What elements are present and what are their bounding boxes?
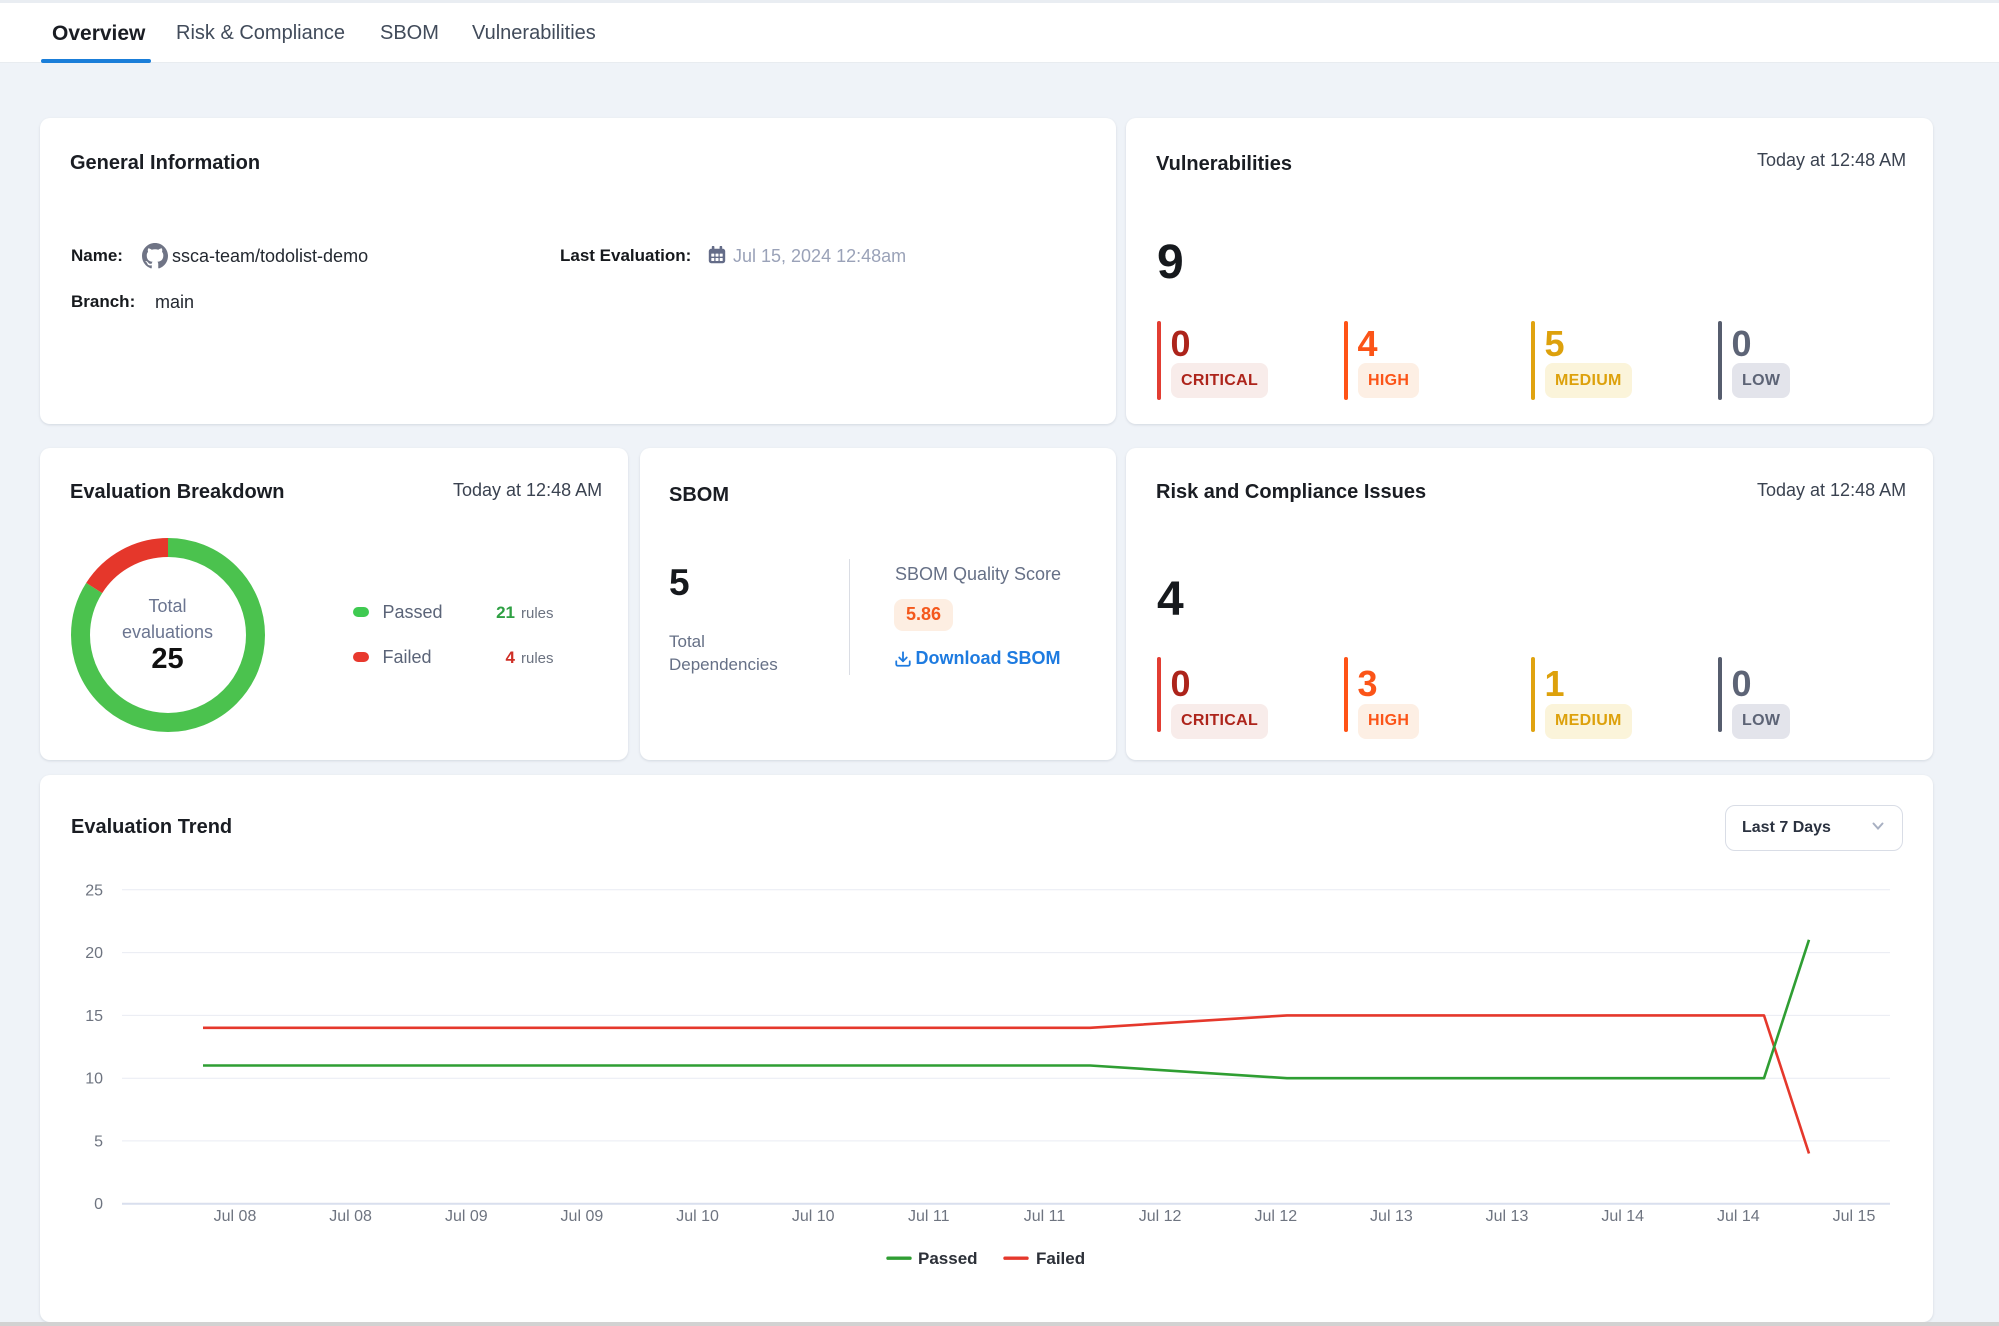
svg-text:Jul 14: Jul 14 [1601,1208,1644,1225]
svg-text:Failed: Failed [1036,1249,1085,1268]
svg-text:20: 20 [85,945,103,962]
svg-text:Jul 08: Jul 08 [329,1208,372,1225]
svg-text:Jul 09: Jul 09 [445,1208,488,1225]
svg-text:Jul 11: Jul 11 [1024,1208,1066,1225]
svg-text:15: 15 [85,1008,103,1025]
svg-text:Jul 10: Jul 10 [792,1208,835,1225]
svg-text:25: 25 [85,882,103,899]
svg-text:Jul 10: Jul 10 [676,1208,719,1225]
svg-text:Jul 09: Jul 09 [561,1208,604,1225]
svg-text:Passed: Passed [918,1249,978,1268]
svg-text:Jul 14: Jul 14 [1717,1208,1760,1225]
svg-text:5: 5 [94,1133,103,1150]
svg-text:Jul 12: Jul 12 [1254,1208,1297,1225]
svg-text:10: 10 [85,1070,103,1087]
svg-text:Jul 13: Jul 13 [1486,1208,1529,1225]
svg-text:Jul 15: Jul 15 [1833,1208,1876,1225]
svg-text:0: 0 [94,1196,103,1213]
svg-text:Jul 08: Jul 08 [214,1208,257,1225]
svg-text:Jul 12: Jul 12 [1139,1208,1182,1225]
svg-text:Jul 11: Jul 11 [908,1208,950,1225]
svg-text:Jul 13: Jul 13 [1370,1208,1413,1225]
